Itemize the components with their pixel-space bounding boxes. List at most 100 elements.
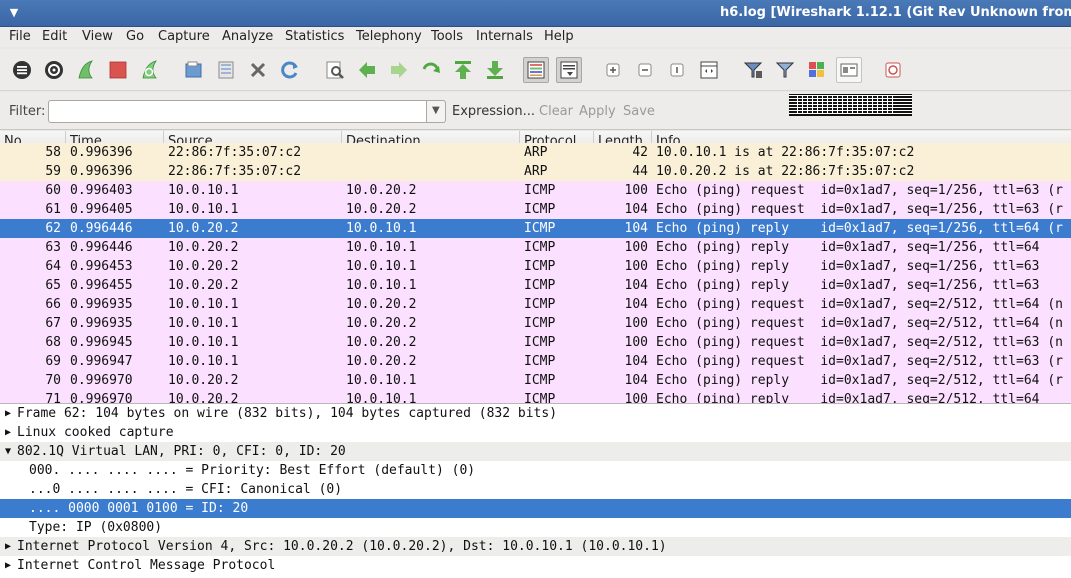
expander-collapsed-icon[interactable]: ▶ xyxy=(5,423,11,442)
detail-tree-item[interactable]: ▶ Linux cooked capture xyxy=(0,423,1071,442)
packet-no: 66 xyxy=(45,297,61,312)
expression-button[interactable]: Expression... xyxy=(452,104,535,119)
save-filter-button[interactable]: Save xyxy=(623,104,655,119)
packet-length: 100 xyxy=(624,240,648,255)
packet-row[interactable]: 66 0.996935 10.0.10.1 10.0.20.2 ICMP 104 Echo … xyxy=(0,295,1071,314)
close-file-icon[interactable] xyxy=(245,57,271,83)
open-file-icon[interactable] xyxy=(181,57,207,83)
menu-help[interactable]: Help xyxy=(544,29,574,44)
packet-time: 0.996945 xyxy=(70,335,133,350)
packet-time: 0.996453 xyxy=(70,259,133,274)
menu-tools[interactable]: Tools xyxy=(431,29,463,44)
display-filter-input[interactable] xyxy=(48,100,428,123)
packet-destination: 10.0.20.2 xyxy=(346,354,417,369)
packet-protocol: ICMP xyxy=(524,278,556,293)
packet-list[interactable]: No. Time Source Destination Protocol Len… xyxy=(0,131,1071,403)
packet-length: 104 xyxy=(624,278,648,293)
interfaces-icon[interactable] xyxy=(9,57,35,83)
filter-history-dropdown[interactable]: ▼ xyxy=(426,100,446,123)
packet-source: 10.0.10.1 xyxy=(168,183,239,198)
go-to-packet-icon[interactable] xyxy=(418,57,444,83)
filter-label: Filter: xyxy=(9,104,46,119)
find-packet-icon[interactable] xyxy=(322,57,348,83)
packet-row[interactable]: 71 0.996970 10.0.20.2 10.0.10.1 ICMP 100 Echo … xyxy=(0,390,1071,403)
reload-icon[interactable] xyxy=(277,57,303,83)
packet-length: 104 xyxy=(624,373,648,388)
detail-tree-item[interactable]: 000. .... .... .... = Priority: Best Eff… xyxy=(0,461,1071,480)
detail-tree-label: 802.1Q Virtual LAN, PRI: 0, CFI: 0, ID: … xyxy=(17,444,346,459)
packet-protocol: ICMP xyxy=(524,259,556,274)
go-last-icon[interactable] xyxy=(482,57,508,83)
menu-go[interactable]: Go xyxy=(126,29,144,44)
expander-collapsed-icon[interactable]: ▶ xyxy=(5,537,11,556)
packet-row[interactable]: 58 0.996396 22:86:7f:35:07:c2 ARP 42 10.0.10.… xyxy=(0,143,1071,162)
packet-row[interactable]: 67 0.996935 10.0.10.1 10.0.20.2 ICMP 100 Echo … xyxy=(0,314,1071,333)
help-icon[interactable] xyxy=(880,57,906,83)
expander-collapsed-icon[interactable]: ▶ xyxy=(5,404,11,423)
packet-info: Echo (ping) request id=0x1ad7, seq=2/512… xyxy=(656,316,1063,331)
packet-row[interactable]: 62 0.996446 10.0.20.2 10.0.10.1 ICMP 104 Echo … xyxy=(0,219,1071,238)
preferences-icon[interactable] xyxy=(836,57,862,83)
zoom-out-icon[interactable] xyxy=(632,57,658,83)
packet-row[interactable]: 70 0.996970 10.0.20.2 10.0.10.1 ICMP 104 Echo … xyxy=(0,371,1071,390)
menu-edit[interactable]: Edit xyxy=(42,29,67,44)
detail-tree-item[interactable]: ...0 .... .... .... = CFI: Canonical (0) xyxy=(0,480,1071,499)
packet-time: 0.996970 xyxy=(70,373,133,388)
zoom-in-icon[interactable] xyxy=(600,57,626,83)
packet-row[interactable]: 68 0.996945 10.0.10.1 10.0.20.2 ICMP 100 Echo … xyxy=(0,333,1071,352)
detail-tree-item[interactable]: Type: IP (0x0800) xyxy=(0,518,1071,537)
stop-capture-icon[interactable] xyxy=(105,57,131,83)
go-forward-icon[interactable] xyxy=(386,57,412,83)
packet-protocol: ICMP xyxy=(524,316,556,331)
display-filters-icon[interactable] xyxy=(772,57,798,83)
start-capture-icon[interactable] xyxy=(73,57,99,83)
packet-row[interactable]: 63 0.996446 10.0.20.2 10.0.10.1 ICMP 100 Echo … xyxy=(0,238,1071,257)
auto-scroll-icon[interactable] xyxy=(556,57,582,83)
menu-capture[interactable]: Capture xyxy=(158,29,210,44)
packet-source: 10.0.10.1 xyxy=(168,316,239,331)
resize-columns-icon[interactable] xyxy=(696,57,722,83)
detail-tree-item[interactable]: ▼ 802.1Q Virtual LAN, PRI: 0, CFI: 0, ID:… xyxy=(0,442,1071,461)
menu-statistics[interactable]: Statistics xyxy=(285,29,344,44)
detail-tree-label: .... 0000 0001 0100 = ID: 20 xyxy=(29,501,249,516)
packet-row[interactable]: 59 0.996396 22:86:7f:35:07:c2 ARP 44 10.0.20.… xyxy=(0,162,1071,181)
expander-expanded-icon[interactable]: ▼ xyxy=(5,442,11,461)
clear-button[interactable]: Clear xyxy=(539,104,573,119)
packet-destination: 10.0.20.2 xyxy=(346,335,417,350)
restart-capture-icon[interactable] xyxy=(137,57,163,83)
capture-options-icon[interactable] xyxy=(41,57,67,83)
detail-tree-item[interactable]: ▶ Internet Control Message Protocol xyxy=(0,556,1071,575)
packet-length: 44 xyxy=(632,164,648,179)
go-first-icon[interactable] xyxy=(450,57,476,83)
zoom-normal-icon[interactable] xyxy=(664,57,690,83)
go-back-icon[interactable] xyxy=(354,57,380,83)
coloring-rules-icon[interactable] xyxy=(804,57,830,83)
packet-row[interactable]: 69 0.996947 10.0.10.1 10.0.20.2 ICMP 104 Echo … xyxy=(0,352,1071,371)
packet-source: 10.0.10.1 xyxy=(168,202,239,217)
packet-source: 10.0.10.1 xyxy=(168,354,239,369)
packet-row[interactable]: 65 0.996455 10.0.20.2 10.0.10.1 ICMP 104 Echo … xyxy=(0,276,1071,295)
packet-row[interactable]: 60 0.996403 10.0.10.1 10.0.20.2 ICMP 100 Echo … xyxy=(0,181,1071,200)
menu-telephony[interactable]: Telephony xyxy=(356,29,422,44)
apply-button[interactable]: Apply xyxy=(579,104,616,119)
detail-tree-item[interactable]: ▶ Frame 62: 104 bytes on wire (832 bits),… xyxy=(0,404,1071,423)
packet-details-pane[interactable]: ▶ Frame 62: 104 bytes on wire (832 bits),… xyxy=(0,403,1071,578)
packet-row[interactable]: 64 0.996453 10.0.20.2 10.0.10.1 ICMP 100 Echo … xyxy=(0,257,1071,276)
detail-tree-item[interactable]: ▶ Internet Protocol Version 4, Src: 10.0.… xyxy=(0,537,1071,556)
detail-tree-label: 000. .... .... .... = Priority: Best Eff… xyxy=(29,463,476,478)
packet-no: 69 xyxy=(45,354,61,369)
capture-filters-icon[interactable] xyxy=(740,57,766,83)
window-menu-chevron-icon[interactable]: ▼ xyxy=(6,6,22,20)
menu-file[interactable]: File xyxy=(9,29,31,44)
colorize-icon[interactable] xyxy=(523,57,549,83)
expander-collapsed-icon[interactable]: ▶ xyxy=(5,556,11,575)
menu-view[interactable]: View xyxy=(82,29,113,44)
packet-row[interactable]: 61 0.996405 10.0.10.1 10.0.20.2 ICMP 104 Echo … xyxy=(0,200,1071,219)
detail-tree-item[interactable]: .... 0000 0001 0100 = ID: 20 xyxy=(0,499,1071,518)
packet-protocol: ICMP xyxy=(524,335,556,350)
menu-internals[interactable]: Internals xyxy=(476,29,533,44)
packet-length: 104 xyxy=(624,221,648,236)
menu-analyze[interactable]: Analyze xyxy=(222,29,273,44)
save-file-icon[interactable] xyxy=(213,57,239,83)
packet-length: 100 xyxy=(624,392,648,403)
